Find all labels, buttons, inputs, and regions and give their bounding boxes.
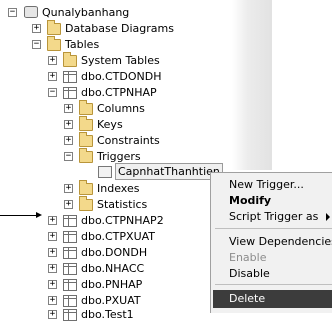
tree-node-label: Tables — [65, 38, 100, 51]
table-icon — [63, 295, 77, 307]
menu-item-label: Script Trigger as — [229, 210, 319, 223]
table-icon — [63, 231, 77, 243]
tree-node-label: Qunalybanhang — [42, 6, 130, 19]
tree-node-label: CapnhatThanhtien — [115, 163, 223, 180]
folder-icon — [79, 196, 93, 211]
expand-toggle[interactable]: + — [48, 216, 57, 225]
folder-icon — [79, 148, 93, 163]
folder-icon — [47, 20, 61, 35]
folder-icon — [47, 36, 61, 51]
tree-node-label: Constraints — [97, 134, 160, 147]
menu-item-label: Delete — [229, 292, 266, 305]
table-icon — [63, 87, 77, 99]
table-icon — [63, 247, 77, 259]
menu-item-script-trigger-as[interactable]: Script Trigger as — [229, 208, 329, 225]
folder-icon — [79, 180, 93, 195]
tree-background-strip — [232, 0, 272, 170]
expand-toggle[interactable]: + — [64, 104, 73, 113]
tree-node-label: Statistics — [97, 198, 148, 211]
expand-toggle[interactable]: + — [64, 136, 73, 145]
menu-item-disable[interactable]: Disable — [229, 265, 270, 282]
collapse-toggle[interactable]: − — [48, 88, 57, 97]
menu-separator — [215, 228, 332, 229]
folder-icon — [79, 100, 93, 115]
folder-icon — [79, 132, 93, 147]
expand-toggle[interactable]: + — [64, 200, 73, 209]
expand-toggle[interactable]: + — [48, 296, 57, 305]
menu-item-new-trigger[interactable]: New Trigger... — [229, 176, 304, 193]
tree-node-label: dbo.CTPXUAT — [81, 230, 156, 243]
folder-icon — [63, 52, 77, 67]
trigger-icon — [98, 166, 112, 178]
collapse-toggle[interactable]: − — [8, 8, 17, 17]
tree-node-label: dbo.CTPNHAP — [81, 86, 157, 99]
tree-node-label: Indexes — [97, 182, 140, 195]
expand-toggle[interactable]: + — [64, 184, 73, 193]
annotation-arrow-line — [0, 215, 36, 216]
submenu-arrow-icon — [326, 213, 330, 221]
table-icon — [63, 309, 77, 321]
expand-toggle[interactable]: + — [48, 248, 57, 257]
annotation-arrow-head — [36, 212, 42, 218]
table-icon — [63, 215, 77, 227]
table-icon — [63, 71, 77, 83]
expand-toggle[interactable]: + — [48, 280, 57, 289]
collapse-toggle[interactable]: − — [32, 40, 41, 49]
menu-item-delete[interactable]: Delete — [213, 290, 332, 308]
expand-toggle[interactable]: + — [32, 24, 41, 33]
tree-node-label: dbo.PNHAP — [81, 278, 143, 291]
database-icon — [24, 6, 38, 18]
expand-toggle[interactable]: + — [48, 264, 57, 273]
expand-toggle[interactable]: + — [48, 72, 57, 81]
menu-item-view-dependencies[interactable]: View Dependencies — [229, 233, 332, 250]
expand-toggle[interactable]: + — [64, 120, 73, 129]
table-icon — [63, 279, 77, 291]
expand-toggle[interactable]: + — [48, 232, 57, 241]
context-menu: New Trigger... Modify Script Trigger as … — [210, 172, 332, 313]
tree-node-label: dbo.NHACC — [81, 262, 145, 275]
tree-node-label: dbo.DONDH — [81, 246, 148, 259]
expand-toggle[interactable]: + — [48, 56, 57, 65]
menu-item-enable: Enable — [229, 251, 267, 264]
tree-node-label: Database Diagrams — [65, 22, 174, 35]
collapse-toggle[interactable]: − — [64, 152, 73, 161]
tree-node-label: dbo.CTPNHAP2 — [81, 214, 164, 227]
tree-node-label: System Tables — [81, 54, 160, 67]
tree-node-label: dbo.Test1 — [81, 308, 134, 321]
expand-toggle[interactable]: + — [48, 310, 57, 319]
menu-item-modify[interactable]: Modify — [229, 192, 271, 209]
menu-separator — [215, 284, 332, 285]
table-icon — [63, 263, 77, 275]
tree-node-label: Columns — [97, 102, 145, 115]
folder-icon — [79, 116, 93, 131]
tree-node-label: dbo.CTDONDH — [81, 70, 162, 83]
tree-node-label: Keys — [97, 118, 123, 131]
